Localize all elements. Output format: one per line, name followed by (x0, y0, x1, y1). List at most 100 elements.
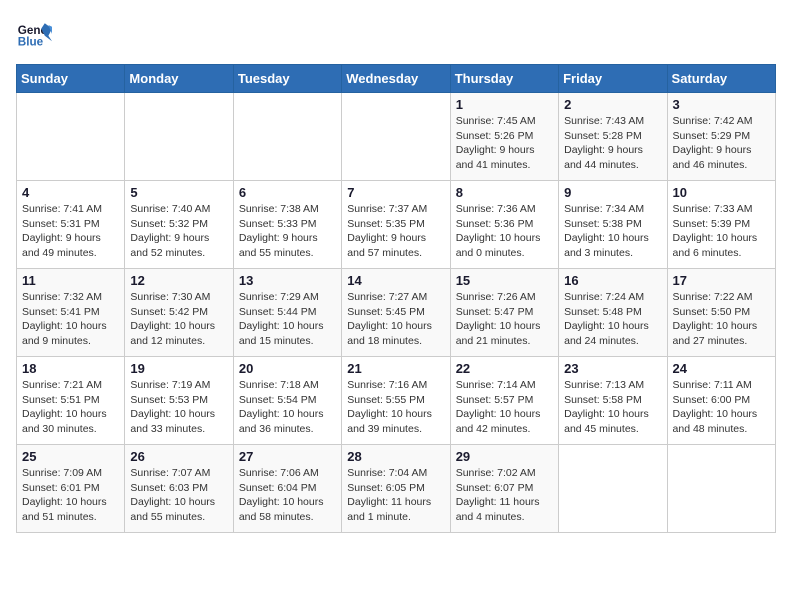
calendar-cell: 18Sunrise: 7:21 AM Sunset: 5:51 PM Dayli… (17, 357, 125, 445)
logo: General Blue (16, 16, 56, 52)
calendar-header: SundayMondayTuesdayWednesdayThursdayFrid… (17, 65, 776, 93)
day-info: Sunrise: 7:26 AM Sunset: 5:47 PM Dayligh… (456, 290, 553, 349)
day-info: Sunrise: 7:34 AM Sunset: 5:38 PM Dayligh… (564, 202, 661, 261)
calendar-cell: 22 Sunrise: 7:14 AM Sunset: 5:57 PM Dayli… (450, 357, 558, 445)
day-number: 22 (456, 361, 553, 376)
day-number: 7 (347, 185, 444, 200)
day-number: 28 (347, 449, 444, 464)
day-info: Sunrise: 7:45 AM Sunset: 5:26 PM Dayligh… (456, 114, 553, 173)
day-info: Sunrise: 7:14 AM Sunset: 5:57 PM Dayligh… (456, 378, 553, 437)
calendar-cell: 28 Sunrise: 7:04 AM Sunset: 6:05 PM Dayli… (342, 445, 450, 533)
day-info: Sunrise: 7:09 AM Sunset: 6:01 PM Dayligh… (22, 466, 119, 525)
calendar-cell: 15 Sunrise: 7:26 AM Sunset: 5:47 PM Dayli… (450, 269, 558, 357)
calendar-cell: 27 Sunrise: 7:06 AM Sunset: 6:04 PM Dayli… (233, 445, 341, 533)
day-number: 9 (564, 185, 661, 200)
day-number: 24 (673, 361, 770, 376)
day-number: 15 (456, 273, 553, 288)
day-number: 2 (564, 97, 661, 112)
day-info: Sunrise: 7:32 AM Sunset: 5:41 PM Dayligh… (22, 290, 119, 349)
day-number: 14 (347, 273, 444, 288)
day-number: 17 (673, 273, 770, 288)
calendar-cell (667, 445, 775, 533)
day-info: Sunrise: 7:43 AM Sunset: 5:28 PM Dayligh… (564, 114, 661, 173)
calendar-cell: 3 Sunrise: 7:42 AM Sunset: 5:29 PM Daylig… (667, 93, 775, 181)
calendar-cell: 16 Sunrise: 7:24 AM Sunset: 5:48 PM Dayli… (559, 269, 667, 357)
calendar-cell: 9 Sunrise: 7:34 AM Sunset: 5:38 PM Daylig… (559, 181, 667, 269)
calendar-cell: 21 Sunrise: 7:16 AM Sunset: 5:55 PM Dayli… (342, 357, 450, 445)
day-info: Sunrise: 7:16 AM Sunset: 5:55 PM Dayligh… (347, 378, 444, 437)
day-info: Sunrise: 7:02 AM Sunset: 6:07 PM Dayligh… (456, 466, 553, 525)
calendar-cell: 19 Sunrise: 7:19 AM Sunset: 5:53 PM Dayli… (125, 357, 233, 445)
day-info: Sunrise: 7:18 AM Sunset: 5:54 PM Dayligh… (239, 378, 336, 437)
day-info: Sunrise: 7:33 AM Sunset: 5:39 PM Dayligh… (673, 202, 770, 261)
calendar-week-row: 11 Sunrise: 7:32 AM Sunset: 5:41 PM Dayli… (17, 269, 776, 357)
day-number: 21 (347, 361, 444, 376)
day-info: Sunrise: 7:22 AM Sunset: 5:50 PM Dayligh… (673, 290, 770, 349)
day-info: Sunrise: 7:11 AM Sunset: 6:00 PM Dayligh… (673, 378, 770, 437)
calendar-cell: 20 Sunrise: 7:18 AM Sunset: 5:54 PM Dayli… (233, 357, 341, 445)
calendar-cell: 2 Sunrise: 7:43 AM Sunset: 5:28 PM Daylig… (559, 93, 667, 181)
calendar-cell: 25 Sunrise: 7:09 AM Sunset: 6:01 PM Dayli… (17, 445, 125, 533)
calendar-cell (17, 93, 125, 181)
calendar-cell: 24 Sunrise: 7:11 AM Sunset: 6:00 PM Dayli… (667, 357, 775, 445)
day-number: 29 (456, 449, 553, 464)
logo-icon: General Blue (16, 16, 52, 52)
day-number: 19 (130, 361, 227, 376)
calendar-cell (233, 93, 341, 181)
weekday-header: Friday (559, 65, 667, 93)
day-info: Sunrise: 7:06 AM Sunset: 6:04 PM Dayligh… (239, 466, 336, 525)
calendar-cell: 29 Sunrise: 7:02 AM Sunset: 6:07 PM Dayli… (450, 445, 558, 533)
weekday-header: Sunday (17, 65, 125, 93)
calendar-cell: 1 Sunrise: 7:45 AM Sunset: 5:26 PM Daylig… (450, 93, 558, 181)
weekday-header: Wednesday (342, 65, 450, 93)
day-number: 25 (22, 449, 119, 464)
day-info: Sunrise: 7:07 AM Sunset: 6:03 PM Dayligh… (130, 466, 227, 525)
calendar-cell: 17 Sunrise: 7:22 AM Sunset: 5:50 PM Dayli… (667, 269, 775, 357)
day-info: Sunrise: 7:29 AM Sunset: 5:44 PM Dayligh… (239, 290, 336, 349)
day-info: Sunrise: 7:30 AM Sunset: 5:42 PM Dayligh… (130, 290, 227, 349)
day-number: 5 (130, 185, 227, 200)
calendar-cell: 26 Sunrise: 7:07 AM Sunset: 6:03 PM Dayli… (125, 445, 233, 533)
calendar-cell: 10Sunrise: 7:33 AM Sunset: 5:39 PM Dayli… (667, 181, 775, 269)
day-info: Sunrise: 7:40 AM Sunset: 5:32 PM Dayligh… (130, 202, 227, 261)
calendar-cell: 11 Sunrise: 7:32 AM Sunset: 5:41 PM Dayli… (17, 269, 125, 357)
day-info: Sunrise: 7:24 AM Sunset: 5:48 PM Dayligh… (564, 290, 661, 349)
calendar-cell: 5 Sunrise: 7:40 AM Sunset: 5:32 PM Daylig… (125, 181, 233, 269)
day-info: Sunrise: 7:19 AM Sunset: 5:53 PM Dayligh… (130, 378, 227, 437)
day-number: 26 (130, 449, 227, 464)
day-number: 6 (239, 185, 336, 200)
day-info: Sunrise: 7:38 AM Sunset: 5:33 PM Dayligh… (239, 202, 336, 261)
day-info: Sunrise: 7:42 AM Sunset: 5:29 PM Dayligh… (673, 114, 770, 173)
weekday-header: Thursday (450, 65, 558, 93)
day-number: 12 (130, 273, 227, 288)
day-info: Sunrise: 7:41 AM Sunset: 5:31 PM Dayligh… (22, 202, 119, 261)
day-info: Sunrise: 7:27 AM Sunset: 5:45 PM Dayligh… (347, 290, 444, 349)
calendar-cell: 8Sunrise: 7:36 AM Sunset: 5:36 PM Daylig… (450, 181, 558, 269)
calendar-cell: 23Sunrise: 7:13 AM Sunset: 5:58 PM Dayli… (559, 357, 667, 445)
calendar-cell: 4 Sunrise: 7:41 AM Sunset: 5:31 PM Daylig… (17, 181, 125, 269)
weekday-header: Tuesday (233, 65, 341, 93)
calendar-cell: 7 Sunrise: 7:37 AM Sunset: 5:35 PM Daylig… (342, 181, 450, 269)
calendar-week-row: 4 Sunrise: 7:41 AM Sunset: 5:31 PM Daylig… (17, 181, 776, 269)
page-header: General Blue (16, 16, 776, 52)
day-info: Sunrise: 7:04 AM Sunset: 6:05 PM Dayligh… (347, 466, 444, 525)
day-info: Sunrise: 7:37 AM Sunset: 5:35 PM Dayligh… (347, 202, 444, 261)
day-info: Sunrise: 7:13 AM Sunset: 5:58 PM Dayligh… (564, 378, 661, 437)
calendar-cell: 14 Sunrise: 7:27 AM Sunset: 5:45 PM Dayli… (342, 269, 450, 357)
day-number: 13 (239, 273, 336, 288)
weekday-header: Saturday (667, 65, 775, 93)
day-number: 20 (239, 361, 336, 376)
calendar-week-row: 25 Sunrise: 7:09 AM Sunset: 6:01 PM Dayli… (17, 445, 776, 533)
svg-text:Blue: Blue (18, 36, 44, 49)
day-number: 1 (456, 97, 553, 112)
day-number: 27 (239, 449, 336, 464)
calendar-cell: 12 Sunrise: 7:30 AM Sunset: 5:42 PM Dayli… (125, 269, 233, 357)
weekday-header: Monday (125, 65, 233, 93)
day-number: 4 (22, 185, 119, 200)
day-number: 3 (673, 97, 770, 112)
day-number: 11 (22, 273, 119, 288)
calendar-week-row: 1 Sunrise: 7:45 AM Sunset: 5:26 PM Daylig… (17, 93, 776, 181)
day-number: 16 (564, 273, 661, 288)
calendar-week-row: 18Sunrise: 7:21 AM Sunset: 5:51 PM Dayli… (17, 357, 776, 445)
day-number: 8 (456, 185, 553, 200)
